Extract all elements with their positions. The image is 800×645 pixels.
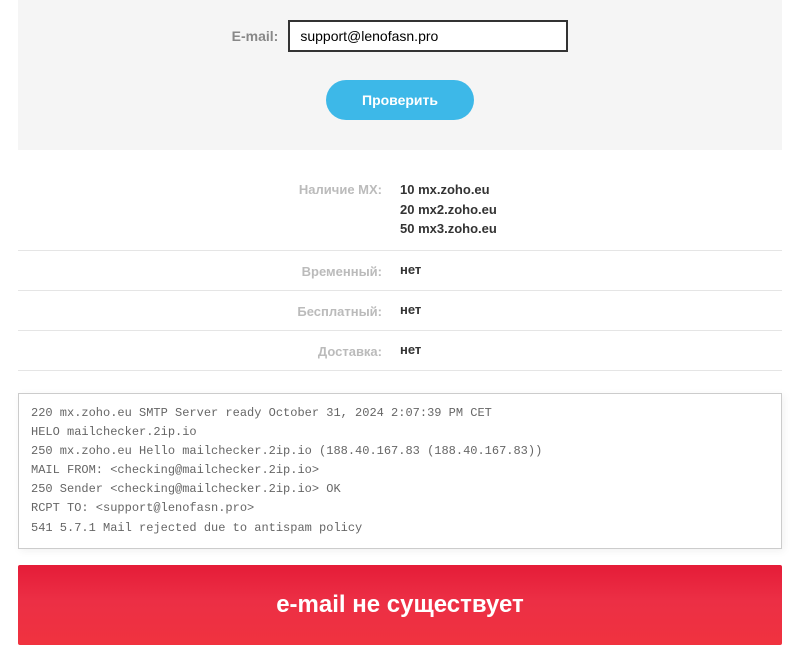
free-value: нет (400, 302, 782, 317)
mx-value: 10 mx.zoho.eu 20 mx2.zoho.eu 50 mx3.zoho… (400, 180, 782, 239)
results-section: Наличие MX: 10 mx.zoho.eu 20 mx2.zoho.eu… (0, 150, 800, 385)
email-input[interactable] (288, 20, 568, 52)
smtp-log: 220 mx.zoho.eu SMTP Server ready October… (18, 393, 782, 549)
mx-item: 10 mx.zoho.eu (400, 180, 782, 200)
mx-item: 50 mx3.zoho.eu (400, 219, 782, 239)
free-label: Бесплатный: (18, 302, 400, 319)
temporary-label: Временный: (18, 262, 400, 279)
mx-item: 20 mx2.zoho.eu (400, 200, 782, 220)
result-row-temporary: Временный: нет (18, 251, 782, 291)
result-row-delivery: Доставка: нет (18, 331, 782, 371)
temporary-value: нет (400, 262, 782, 277)
email-check-form: E-mail: Проверить (18, 0, 782, 150)
email-form-row: E-mail: (38, 20, 762, 52)
mx-label: Наличие MX: (18, 180, 400, 197)
check-button[interactable]: Проверить (326, 80, 474, 120)
status-banner: e-mail не существует (18, 565, 782, 645)
email-label: E-mail: (232, 28, 279, 44)
delivery-value: нет (400, 342, 782, 357)
result-row-free: Бесплатный: нет (18, 291, 782, 331)
result-row-mx: Наличие MX: 10 mx.zoho.eu 20 mx2.zoho.eu… (18, 180, 782, 251)
delivery-label: Доставка: (18, 342, 400, 359)
